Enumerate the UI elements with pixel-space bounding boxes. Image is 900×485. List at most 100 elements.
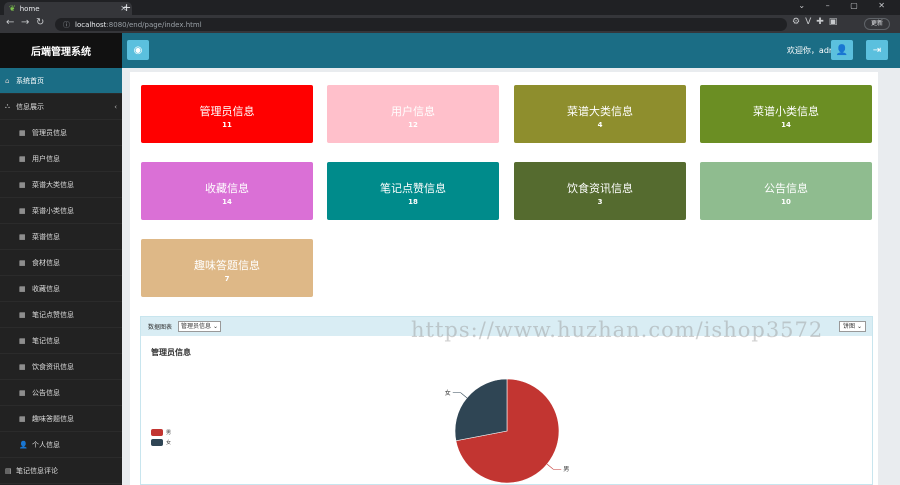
stat-card-title: 菜谱小类信息 bbox=[753, 105, 819, 118]
sidebar-item-label: 菜谱信息 bbox=[32, 232, 60, 241]
stat-card-title: 公告信息 bbox=[764, 182, 808, 195]
chart-source-value: 管理员信息 bbox=[181, 323, 212, 330]
sidebar-item-label: 笔记点赞信息 bbox=[32, 310, 74, 319]
stat-card[interactable]: 菜谱大类信息 4 bbox=[514, 85, 686, 143]
sidebar-item-label: 笔记信息 bbox=[32, 336, 60, 345]
stat-card[interactable]: 用户信息 12 bbox=[327, 85, 499, 143]
back-icon[interactable]: ← bbox=[6, 17, 14, 28]
table-icon: ▦ bbox=[19, 362, 26, 371]
sidebar-item[interactable]: ▦ 饮食资讯信息 bbox=[0, 354, 122, 380]
sidebar-item[interactable]: ⌂ 系统首页 bbox=[0, 68, 122, 94]
browser-tab[interactable]: ❦ home ✕ bbox=[4, 2, 132, 15]
stat-card-title: 菜谱大类信息 bbox=[567, 105, 633, 118]
table-icon: ▦ bbox=[19, 206, 26, 215]
dashboard-toggle-button[interactable]: ◉ bbox=[127, 40, 149, 60]
brand-title: 后端管理系统 bbox=[0, 33, 122, 68]
sidebar-item[interactable]: ▦ 食材信息 bbox=[0, 250, 122, 276]
sidebar-item-label: 菜谱小类信息 bbox=[32, 206, 74, 215]
legend-swatch bbox=[151, 429, 163, 436]
sidebar-item[interactable]: ▦ 收藏信息 bbox=[0, 276, 122, 302]
pie-slice-label: 女 bbox=[445, 389, 451, 397]
chevron-left-icon: ‹ bbox=[114, 102, 117, 111]
circle-dot-icon: ◉ bbox=[133, 44, 143, 56]
stat-card-title: 用户信息 bbox=[391, 105, 435, 118]
sidebar-item-label: 用户信息 bbox=[32, 154, 60, 163]
table-icon: ▦ bbox=[19, 258, 26, 267]
sidebar-item[interactable]: ▤ 笔记信息评论 bbox=[0, 458, 122, 484]
window-controls[interactable]: ⌄ – ▢ ✕ bbox=[798, 1, 894, 10]
sidebar: 后端管理系统 ⌂ 系统首页 ⛬ 信息展示 ‹ ▦ 管理员信息 ▦ 用户信息 ▦ 菜谱大类信息 ▦ 菜谱小… bbox=[0, 33, 122, 485]
file-icon: ▤ bbox=[5, 466, 12, 475]
table-icon: ▦ bbox=[19, 388, 26, 397]
sidebar-item-label: 菜谱大类信息 bbox=[32, 180, 74, 189]
table-icon: ▦ bbox=[19, 180, 26, 189]
sidebar-item[interactable]: ▦ 笔记信息 bbox=[0, 328, 122, 354]
sidebar-item-label: 个人信息 bbox=[32, 440, 60, 449]
address-bar-row: ← → ↻ ⓘ localhost:8080/end/page/index.ht… bbox=[0, 15, 900, 33]
stat-card[interactable]: 菜谱小类信息 14 bbox=[700, 85, 872, 143]
user-icon: 👤 bbox=[835, 44, 849, 56]
stat-card-value: 14 bbox=[781, 121, 791, 129]
pie-leader-line bbox=[546, 463, 562, 470]
legend-item[interactable]: 男 bbox=[151, 429, 171, 436]
legend-item[interactable]: 女 bbox=[151, 439, 171, 446]
stat-card-value: 4 bbox=[597, 121, 603, 129]
stat-card[interactable]: 管理员信息 11 bbox=[141, 85, 313, 143]
sidebar-item[interactable]: ▦ 趣味答题信息 bbox=[0, 406, 122, 432]
update-button[interactable]: 更新 bbox=[864, 18, 890, 30]
sidebar-item-label: 收藏信息 bbox=[32, 284, 60, 293]
legend-label: 女 bbox=[166, 440, 172, 446]
chart-panel-header: 数据图表 管理员信息 ⌄ 饼图 ⌄ bbox=[141, 317, 872, 336]
profile-button[interactable]: 👤 bbox=[831, 40, 853, 60]
url-path: :8080/end/page/index.html bbox=[106, 20, 202, 29]
info-icon[interactable]: ⓘ bbox=[63, 20, 70, 30]
home-icon: ⌂ bbox=[5, 76, 10, 85]
table-icon: ▦ bbox=[19, 154, 26, 163]
sidebar-item[interactable]: ▦ 菜谱小类信息 bbox=[0, 198, 122, 224]
stat-card[interactable]: 公告信息 10 bbox=[700, 162, 872, 220]
sidebar-item-label: 食材信息 bbox=[32, 258, 60, 267]
stat-card-title: 趣味答题信息 bbox=[194, 259, 260, 272]
browser-tab-bar: ❦ home ✕ + ⌄ – ▢ ✕ bbox=[0, 0, 900, 15]
legend-swatch bbox=[151, 439, 163, 446]
stat-card-value: 14 bbox=[222, 198, 232, 206]
forward-icon[interactable]: → bbox=[21, 17, 29, 28]
logout-button[interactable]: ⇥ bbox=[866, 40, 888, 60]
url-input[interactable]: ⓘ localhost:8080/end/page/index.html bbox=[55, 18, 787, 31]
sidebar-item[interactable]: ▦ 管理员信息 bbox=[0, 120, 122, 146]
pie-slice[interactable] bbox=[454, 378, 508, 442]
stat-card-title: 笔记点赞信息 bbox=[380, 182, 446, 195]
stat-card-value: 7 bbox=[224, 275, 230, 283]
leaf-favicon-icon: ❦ bbox=[9, 4, 16, 13]
stat-card[interactable]: 笔记点赞信息 18 bbox=[327, 162, 499, 220]
chart-legend: 男女 bbox=[151, 429, 171, 449]
chart-title: 管理员信息 bbox=[151, 348, 191, 357]
table-icon: ▦ bbox=[19, 128, 26, 137]
sidebar-item[interactable]: ▦ 公告信息 bbox=[0, 380, 122, 406]
table-icon: ▦ bbox=[19, 284, 26, 293]
pie-chart: 男女 bbox=[445, 378, 569, 484]
sidebar-item[interactable]: ▦ 用户信息 bbox=[0, 146, 122, 172]
sidebar-item-label: 饮食资讯信息 bbox=[32, 362, 74, 371]
chart-source-select[interactable]: 管理员信息 ⌄ bbox=[178, 321, 221, 332]
sidebar-item[interactable]: ⛬ 信息展示 ‹ bbox=[0, 94, 122, 120]
logout-icon: ⇥ bbox=[872, 44, 882, 56]
stat-card-title: 收藏信息 bbox=[205, 182, 249, 195]
stat-card[interactable]: 趣味答题信息 7 bbox=[141, 239, 313, 297]
url-host: localhost bbox=[75, 20, 107, 29]
extension-icons[interactable]: ⚙V✚▣ bbox=[792, 17, 842, 27]
sidebar-item[interactable]: ▦ 菜谱信息 bbox=[0, 224, 122, 250]
chart-type-select[interactable]: 饼图 ⌄ bbox=[839, 321, 866, 332]
sidebar-item[interactable]: ▦ 菜谱大类信息 bbox=[0, 172, 122, 198]
stat-card-value: 11 bbox=[222, 121, 232, 129]
chart-panel: 数据图表 管理员信息 ⌄ 饼图 ⌄ 管理员信息 男女 男女 bbox=[140, 316, 873, 485]
stat-card[interactable]: 收藏信息 14 bbox=[141, 162, 313, 220]
sidebar-item[interactable]: ▦ 笔记点赞信息 bbox=[0, 302, 122, 328]
reload-icon[interactable]: ↻ bbox=[36, 17, 44, 28]
new-tab-icon[interactable]: + bbox=[122, 1, 131, 14]
sidebar-item[interactable]: 👤 个人信息 bbox=[0, 432, 122, 458]
stat-card[interactable]: 饮食资讯信息 3 bbox=[514, 162, 686, 220]
sitemap-icon: ⛬ bbox=[5, 102, 10, 110]
chart-type-value: 饼图 bbox=[843, 323, 856, 330]
sidebar-item-label: 管理员信息 bbox=[32, 128, 67, 137]
